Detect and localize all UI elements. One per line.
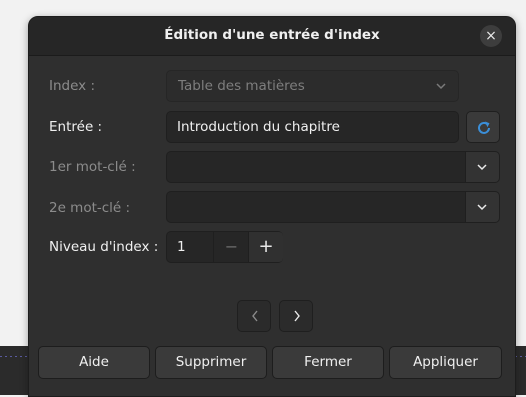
apply-button[interactable]: Appliquer xyxy=(389,346,502,379)
key2-dropdown-button[interactable] xyxy=(465,192,499,222)
close-button[interactable]: Fermer xyxy=(272,346,384,379)
key2-combobox[interactable] xyxy=(166,191,500,223)
level-value[interactable]: 1 xyxy=(177,239,186,255)
key2-label: 2e mot-clé : xyxy=(49,200,131,216)
dialog-titlebar: Édition d'une entrée d'index × xyxy=(29,17,515,56)
increment-button[interactable]: + xyxy=(248,232,283,262)
index-label: Index : xyxy=(49,78,96,94)
key1-dropdown-button[interactable] xyxy=(465,152,499,182)
refresh-icon xyxy=(478,121,490,134)
close-icon[interactable]: × xyxy=(480,25,502,47)
help-button[interactable]: Aide xyxy=(38,346,150,379)
chevron-left-icon xyxy=(252,310,258,322)
delete-button[interactable]: Supprimer xyxy=(155,346,267,379)
chevron-down-icon xyxy=(477,204,487,211)
entry-value: Introduction du chapitre xyxy=(177,119,340,135)
entry-label: Entrée : xyxy=(49,119,103,135)
chevron-down-icon xyxy=(477,164,487,171)
key1-label: 1er mot-clé : xyxy=(49,159,136,175)
index-value: Table des matières xyxy=(178,78,305,94)
chevron-right-icon xyxy=(294,310,300,322)
index-combobox: Table des matières xyxy=(166,70,459,102)
dialog-title: Édition d'une entrée d'index xyxy=(164,27,380,43)
entry-input[interactable]: Introduction du chapitre xyxy=(166,111,459,143)
index-entry-dialog: Édition d'une entrée d'index × Index : T… xyxy=(28,16,516,397)
level-spinbutton[interactable]: 1 − + xyxy=(166,231,283,263)
refresh-button[interactable] xyxy=(466,111,500,143)
key1-combobox[interactable] xyxy=(166,151,500,183)
next-entry-button[interactable] xyxy=(279,300,313,332)
chevron-down-icon xyxy=(436,83,446,90)
previous-entry-button[interactable] xyxy=(237,300,271,332)
level-label: Niveau d'index : xyxy=(49,239,159,255)
decrement-button[interactable]: − xyxy=(213,232,249,262)
